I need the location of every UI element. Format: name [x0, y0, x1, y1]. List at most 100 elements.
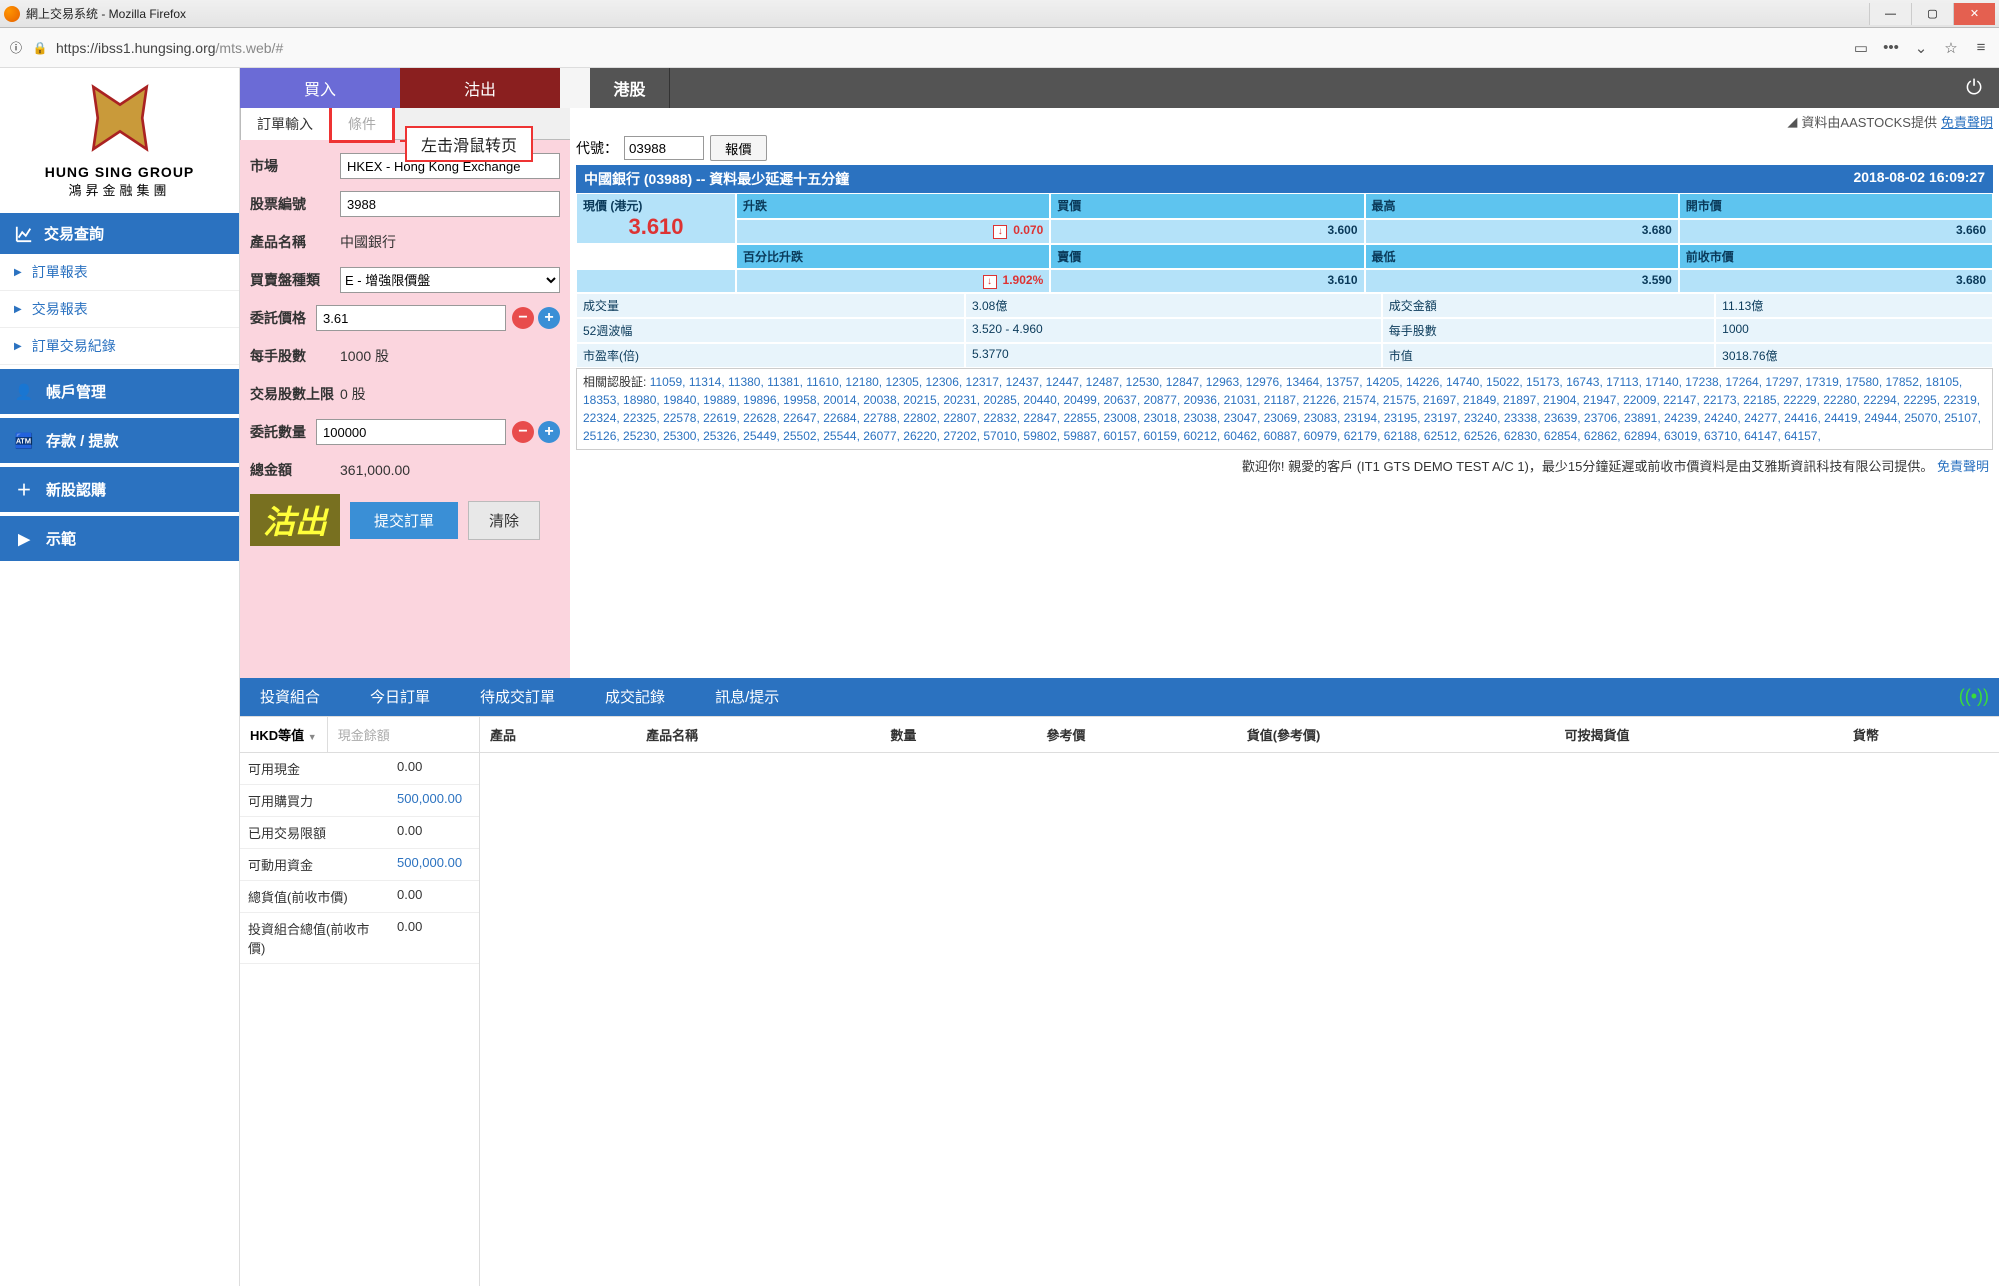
nav-trade-query[interactable]: 交易查詢	[0, 213, 239, 254]
currency-dropdown[interactable]: HKD等值 ▼	[240, 717, 328, 752]
tab-pending-orders[interactable]: 待成交訂單	[470, 678, 565, 715]
balance-value: 500,000.00	[389, 785, 479, 816]
caret-down-icon: ▼	[308, 732, 317, 742]
order-form: 市場 股票編號 產品名稱 中國銀行 買賣盤種類 E - 增強限價盤 委託價格 −…	[240, 140, 570, 678]
price-plus-button[interactable]: +	[538, 307, 560, 329]
nav-account[interactable]: 👤 帳戶管理	[0, 369, 239, 414]
tab-order-input[interactable]: 訂單輸入	[240, 108, 330, 140]
browser-titlebar: 網上交易系统 - Mozilla Firefox — ▢ ✕	[0, 0, 1999, 28]
down-arrow-icon: ↓	[983, 275, 997, 289]
submit-order-button[interactable]: 提交訂單	[350, 502, 458, 539]
close-button[interactable]: ✕	[1953, 3, 1995, 25]
pct-value: ↓1.902%	[736, 269, 1050, 293]
related-warrants[interactable]: 相關認股証: 11059, 11314, 11380, 11381, 11610…	[576, 368, 1993, 450]
tab-executions[interactable]: 成交記錄	[595, 678, 675, 715]
overflow-icon[interactable]: •••	[1881, 39, 1901, 57]
balance-value: 0.00	[389, 913, 479, 963]
holdings-table: 產品產品名稱數量參考價貨值(參考價)可按揭貨值貨幣	[480, 717, 1999, 1286]
balance-key: 總貨值(前收市價)	[240, 881, 389, 912]
price-input[interactable]	[316, 305, 506, 331]
topbar: 買入 沽出 港股 ⏻	[240, 68, 1999, 108]
bid-value: 3.600	[1050, 219, 1364, 244]
qty-minus-button[interactable]: −	[512, 421, 534, 443]
plus-icon: ＋	[14, 480, 34, 500]
order-type-select[interactable]: E - 增強限價盤	[340, 267, 560, 293]
quote-code-input[interactable]	[624, 136, 704, 160]
market-tab[interactable]: 港股	[590, 68, 670, 108]
holdings-header[interactable]: 產品	[480, 717, 636, 753]
tab-condition[interactable]: 條件	[329, 108, 395, 143]
amount-label: 總金額	[250, 460, 340, 480]
prev-value: 3.680	[1679, 269, 1993, 293]
arrow-icon: ▶	[14, 304, 22, 315]
holdings-header[interactable]: 數量	[880, 717, 1036, 753]
nav-trade-report[interactable]: ▶交易報表	[0, 291, 239, 328]
balance-panel: HKD等值 ▼ 現金餘額 可用現金0.00可用購買力500,000.00已用交易…	[240, 717, 480, 1286]
price-minus-button[interactable]: −	[512, 307, 534, 329]
stock-code-input[interactable]	[340, 191, 560, 217]
nav-order-report[interactable]: ▶訂單報表	[0, 254, 239, 291]
balance-value: 0.00	[389, 817, 479, 848]
balance-key: 可用購買力	[240, 785, 389, 816]
logout-button[interactable]: ⏻	[1949, 68, 1999, 108]
buy-button[interactable]: 買入	[240, 68, 400, 108]
data-provider: ◢ 資料由AASTOCKS提供 免責聲明	[1787, 112, 1993, 131]
url-bar: ⓘ 🔒 https://ibss1.hungsing.org/mts.web/#…	[0, 28, 1999, 68]
nav-deposit[interactable]: 🏧 存款 / 提款	[0, 418, 239, 463]
welcome-disclaimer-link[interactable]: 免責聲明	[1937, 459, 1989, 474]
high-value: 3.680	[1365, 219, 1679, 244]
clear-button[interactable]: 清除	[468, 501, 540, 540]
play-icon: ▶	[14, 529, 34, 549]
price-label: 委託價格	[250, 308, 316, 328]
reader-icon[interactable]: ▭	[1851, 39, 1871, 57]
tab-portfolio[interactable]: 投資組合	[250, 678, 330, 715]
change-value: ↓0.070	[736, 219, 1050, 244]
menu-icon[interactable]: ≡	[1971, 39, 1991, 57]
qty-plus-button[interactable]: +	[538, 421, 560, 443]
nav-ipo[interactable]: ＋ 新股認購	[0, 467, 239, 512]
qty-input[interactable]	[316, 419, 506, 445]
market-label: 市場	[250, 156, 340, 176]
minimize-button[interactable]: —	[1869, 3, 1911, 25]
qty-label: 委託數量	[250, 422, 316, 442]
holdings-header[interactable]: 產品名稱	[636, 717, 880, 753]
atm-icon: 🏧	[14, 431, 34, 451]
aastocks-icon: ◢	[1787, 114, 1797, 130]
open-value: 3.660	[1679, 219, 1993, 244]
low-value: 3.590	[1365, 269, 1679, 293]
logo: HUNG SING GROUP 鴻昇金融集團	[0, 68, 239, 213]
user-icon: 👤	[14, 382, 34, 402]
url-text[interactable]: https://ibss1.hungsing.org/mts.web/#	[56, 40, 1843, 56]
holdings-header[interactable]: 參考價	[1036, 717, 1236, 753]
get-quote-button[interactable]: 報價	[710, 135, 767, 161]
maximize-button[interactable]: ▢	[1911, 3, 1953, 25]
disclaimer-link[interactable]: 免責聲明	[1941, 112, 1993, 131]
holdings-header[interactable]: 貨幣	[1843, 717, 1999, 753]
arrow-icon: ▶	[14, 267, 22, 278]
firefox-icon	[4, 6, 20, 22]
type-label: 買賣盤種類	[250, 270, 340, 290]
price-label: 現價 (港元)	[583, 197, 642, 214]
balance-key: 可用現金	[240, 753, 389, 784]
down-arrow-icon: ↓	[993, 225, 1007, 239]
live-icon[interactable]: ((•))	[1959, 686, 1989, 707]
bookmark-icon[interactable]: ☆	[1941, 39, 1961, 57]
maxqty-label: 交易股數上限	[250, 384, 340, 404]
tab-today-orders[interactable]: 今日訂單	[360, 678, 440, 715]
ask-value: 3.610	[1050, 269, 1364, 293]
info-icon[interactable]: ⓘ	[8, 40, 24, 56]
lock-icon[interactable]: 🔒	[32, 40, 48, 56]
nav-order-history[interactable]: ▶訂單交易紀錄	[0, 328, 239, 365]
sell-button[interactable]: 沽出	[400, 68, 560, 108]
holdings-header[interactable]: 可按揭貨值	[1554, 717, 1842, 753]
sell-badge: 沽出	[250, 494, 340, 546]
annotation-callout: 左击滑鼠转页	[405, 126, 533, 162]
tab-messages[interactable]: 訊息/提示	[705, 678, 789, 715]
bottom-tabs: 投資組合 今日訂單 待成交訂單 成交記錄 訊息/提示 ((•))	[240, 678, 1999, 716]
holdings-header[interactable]: 貨值(參考價)	[1237, 717, 1555, 753]
nav-demo[interactable]: ▶ 示範	[0, 516, 239, 561]
pocket-icon[interactable]: ⌄	[1911, 39, 1931, 57]
cash-balance-label: 現金餘額	[328, 717, 400, 752]
balance-key: 投資組合總值(前收市價)	[240, 913, 389, 963]
current-price: 3.610	[628, 214, 683, 240]
